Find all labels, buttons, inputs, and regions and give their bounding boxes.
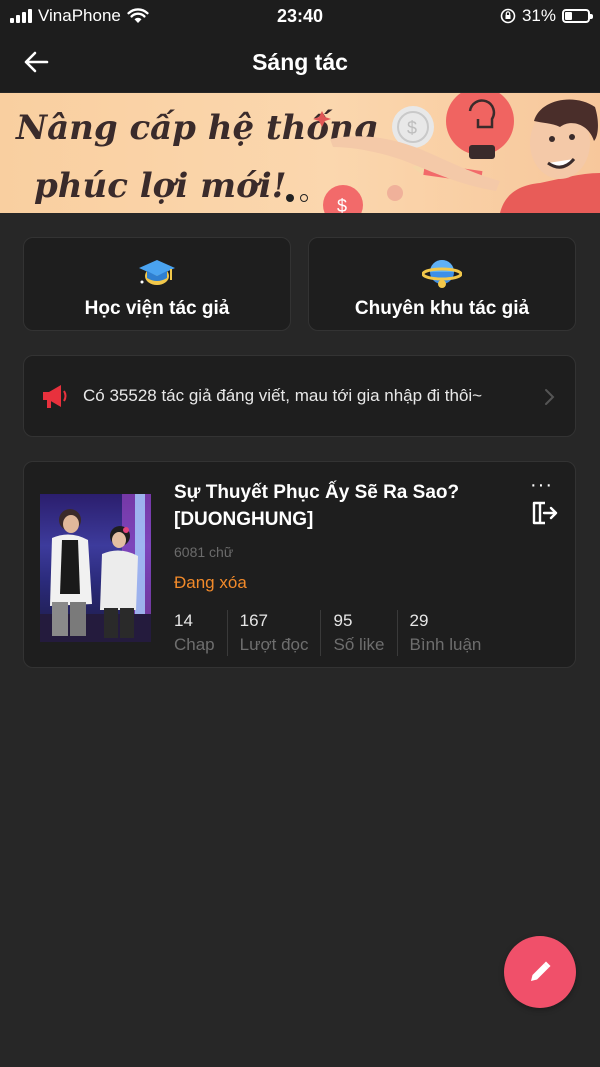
battery-icon	[562, 9, 593, 23]
stat-label: Chap	[174, 635, 215, 654]
pagination-dot	[300, 194, 308, 202]
write-fab-button[interactable]	[504, 936, 576, 1008]
more-options-button[interactable]: ···	[530, 474, 553, 497]
stat-value: 29	[409, 611, 429, 630]
status-bar: VinaPhone 23:40 31%	[0, 0, 600, 32]
feature-card-author-academy[interactable]: Học viện tác giả	[23, 237, 291, 331]
svg-text:$: $	[407, 118, 417, 138]
signal-icon	[10, 9, 32, 23]
megaphone-icon	[43, 385, 67, 408]
back-button[interactable]	[18, 46, 54, 78]
chevron-right-icon	[545, 389, 555, 405]
promo-banner[interactable]: Nâng cấp hệ thống phúc lợi mới! $ $	[0, 93, 600, 213]
graduation-cap-icon	[139, 260, 175, 285]
stat-reads: 167 Lượt đọc	[240, 610, 322, 656]
author-notice-bar[interactable]: Có 35528 tác giả đáng viết, mau tới gia …	[23, 355, 576, 437]
feature-label: Học viện tác giả	[84, 298, 230, 319]
story-word-count: 6081 chữ	[174, 544, 234, 560]
story-title[interactable]: Sự Thuyết Phục Ấy Sẽ Ra Sao? [DUONGHUNG]	[174, 479, 504, 533]
status-right: 31%	[500, 6, 600, 26]
banner-pagination	[286, 194, 308, 202]
stat-value: 95	[333, 611, 353, 630]
stat-likes: 95 Số like	[333, 610, 398, 656]
cover-photo	[40, 494, 151, 642]
planet-icon	[422, 260, 462, 288]
svg-text:$: $	[337, 196, 347, 213]
status-left: VinaPhone	[0, 6, 149, 26]
nav-bar: Sáng tác	[0, 32, 600, 92]
stat-label: Bình luận	[409, 635, 482, 654]
stat-comments: 29 Bình luận	[410, 610, 494, 656]
carrier-label: VinaPhone	[38, 6, 121, 25]
battery-percent: 31%	[521, 6, 556, 25]
pencil-icon	[531, 961, 551, 981]
feature-label: Chuyên khu tác giả	[354, 298, 530, 319]
wifi-icon	[127, 8, 149, 23]
stat-value: 167	[239, 611, 269, 630]
exit-icon[interactable]	[530, 500, 558, 526]
story-stats: 14 Chap 167 Lượt đọc 95 Số like 29 Bình …	[174, 610, 505, 656]
back-arrow-icon	[24, 51, 49, 73]
pagination-dot-active	[286, 194, 294, 202]
stat-value: 14	[174, 611, 193, 630]
story-cover-image[interactable]	[40, 494, 151, 642]
stat-label: Lượt đọc	[239, 635, 309, 654]
notice-text: Có 35528 tác giả đáng viết, mau tới gia …	[83, 386, 483, 405]
feature-card-author-zone[interactable]: Chuyên khu tác giả	[308, 237, 576, 331]
rotation-lock-icon	[500, 8, 516, 24]
story-status: Đang xóa	[174, 573, 247, 592]
page-title: Sáng tác	[252, 48, 348, 75]
stat-label: Số like	[333, 635, 385, 654]
stat-chapters: 14 Chap	[174, 610, 228, 656]
